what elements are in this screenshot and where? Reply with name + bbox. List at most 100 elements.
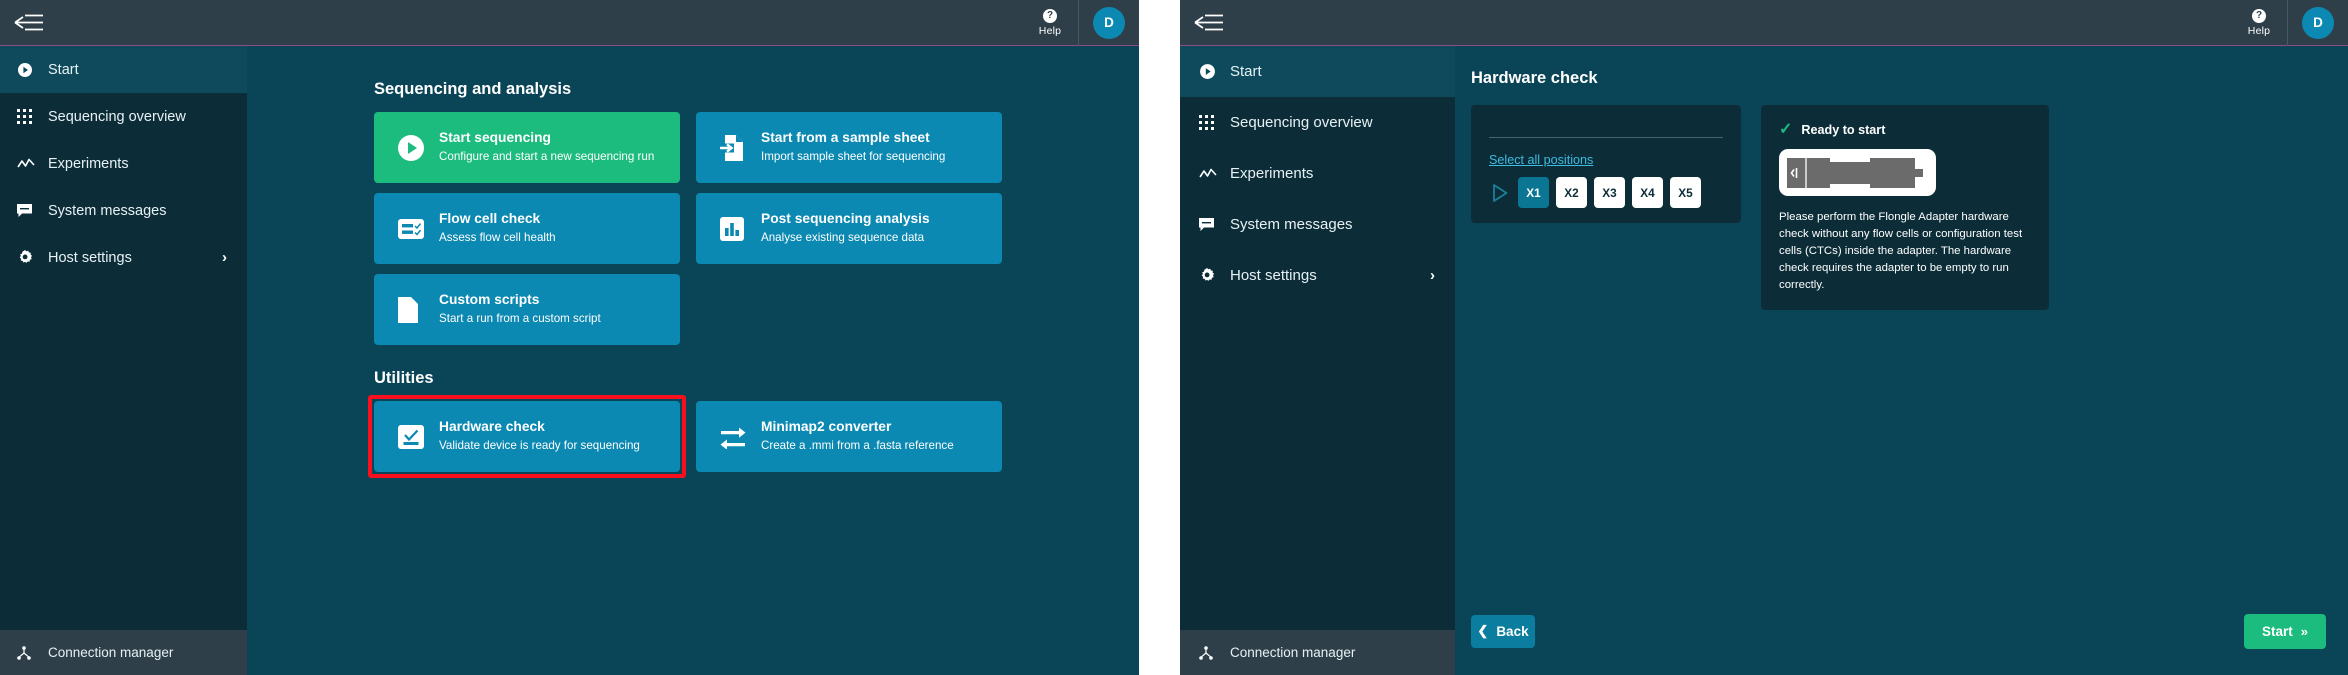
start-button-label: Start	[2262, 623, 2293, 639]
position-selection-panel: Select all positions X1 X2 X3 X4 X5	[1471, 105, 1741, 223]
card-custom-scripts[interactable]: Custom scripts Start a run from a custom…	[374, 274, 680, 345]
card-subtitle: Start a run from a custom script	[439, 311, 601, 325]
position-button-x1[interactable]: X1	[1518, 177, 1549, 208]
sequencing-card-grid: Start sequencing Configure and start a n…	[374, 112, 1139, 345]
minknow-window-right: ? Help D Start Sequencing overview Exper…	[1180, 0, 2348, 675]
gear-icon	[1199, 267, 1230, 284]
sidebar-item-start[interactable]: Start	[0, 46, 247, 93]
collapse-menu-button[interactable]	[1180, 14, 1290, 31]
position-button-x3[interactable]: X3	[1594, 177, 1625, 208]
position-button-x4[interactable]: X4	[1632, 177, 1663, 208]
card-text: Post sequencing analysis Analyse existin…	[761, 210, 930, 246]
minknow-window-left: ? Help D Start Sequencing overview Exper…	[0, 0, 1139, 675]
play-circle-icon	[17, 62, 48, 78]
hardware-check-body: Select all positions X1 X2 X3 X4 X5 ✓ Re…	[1455, 88, 2348, 587]
card-post-sequencing-analysis[interactable]: Post sequencing analysis Analyse existin…	[696, 193, 1002, 264]
sidebar-item-system-messages[interactable]: System messages	[0, 187, 247, 234]
help-label: Help	[2247, 24, 2271, 37]
top-bar-right-group-right: ? Help D	[2231, 0, 2348, 46]
card-subtitle: Configure and start a new sequencing run	[439, 149, 655, 163]
question-mark-icon: ?	[2252, 8, 2266, 23]
card-title: Start sequencing	[439, 130, 551, 146]
document-import-icon	[719, 134, 761, 162]
card-title: Custom scripts	[439, 292, 540, 308]
card-text: Start sequencing Configure and start a n…	[439, 129, 654, 165]
card-slot: Flow cell check Assess flow cell health	[374, 193, 680, 264]
sidebar-item-experiments[interactable]: Experiments	[1180, 148, 1455, 199]
collapse-menu-button[interactable]	[0, 14, 110, 31]
sidebar-item-label: System messages	[1230, 216, 1353, 233]
sidebar-item-label: Start	[1230, 63, 1262, 80]
start-page-content: Sequencing and analysis Start sequencing…	[247, 46, 1139, 478]
sidebar-item-label: Sequencing overview	[48, 108, 186, 125]
network-node-icon	[1199, 645, 1230, 660]
top-bar-right-group-left: ? Help D	[1022, 0, 1139, 46]
sidebar-item-sequencing-overview[interactable]: Sequencing overview	[1180, 97, 1455, 148]
top-bar-left: ? Help D	[0, 0, 1139, 46]
sidebar-item-system-messages[interactable]: System messages	[1180, 199, 1455, 250]
position-button-x2[interactable]: X2	[1556, 177, 1587, 208]
play-outline-icon[interactable]	[1489, 183, 1511, 203]
speech-bubble-icon	[17, 203, 48, 218]
grid-dots-icon	[17, 109, 48, 124]
sidebar-item-start[interactable]: Start	[1180, 46, 1455, 97]
connection-manager-label: Connection manager	[48, 645, 174, 660]
speech-bubble-icon	[1199, 217, 1230, 232]
utilities-card-grid: Hardware check Validate device is ready …	[368, 395, 1139, 478]
connection-manager-button[interactable]: Connection manager	[0, 630, 247, 675]
sidebar-item-host-settings[interactable]: Host settings ›	[0, 234, 247, 281]
hardware-check-icon	[397, 423, 439, 451]
card-flow-cell-check[interactable]: Flow cell check Assess flow cell health	[374, 193, 680, 264]
section-title-sequencing: Sequencing and analysis	[374, 80, 572, 98]
card-title: Post sequencing analysis	[761, 211, 930, 227]
card-title: Start from a sample sheet	[761, 130, 930, 146]
sidebar-item-host-settings[interactable]: Host settings ›	[1180, 250, 1455, 301]
sidebar-item-experiments[interactable]: Experiments	[0, 140, 247, 187]
card-minimap2-converter[interactable]: Minimap2 converter Create a .mmi from a …	[696, 401, 1002, 472]
sidebar-item-label: Start	[48, 61, 79, 78]
sidebar-item-label: Experiments	[48, 155, 129, 172]
avatar-container: D	[1079, 0, 1139, 46]
status-row: ✓ Ready to start	[1779, 122, 2033, 138]
back-button-label: Back	[1496, 623, 1529, 639]
card-text: Start from a sample sheet Import sample …	[761, 129, 945, 165]
position-buttons-row: X1 X2 X3 X4 X5	[1489, 177, 1723, 208]
line-chart-icon	[17, 158, 48, 170]
card-start-from-a-sample-sheet[interactable]: Start from a sample sheet Import sample …	[696, 112, 1002, 183]
card-slot: Post sequencing analysis Analyse existin…	[696, 193, 1002, 264]
card-subtitle: Import sample sheet for sequencing	[761, 149, 946, 163]
sidebar-nav-right: Start Sequencing overview Experiments Sy…	[1180, 46, 1455, 630]
connection-manager-button[interactable]: Connection manager	[1180, 630, 1455, 675]
help-button[interactable]: ? Help	[1022, 0, 1078, 46]
card-hardware-check[interactable]: Hardware check Validate device is ready …	[374, 401, 680, 472]
position-button-x5[interactable]: X5	[1670, 177, 1701, 208]
card-text: Flow cell check Assess flow cell health	[439, 210, 556, 246]
check-icon: ✓	[1779, 121, 1793, 138]
help-label: Help	[1038, 24, 1062, 37]
bar-chart-icon	[719, 216, 761, 242]
sidebar-item-label: Host settings	[1230, 267, 1317, 284]
play-circle-icon	[1199, 63, 1230, 80]
screenshot-root: ? Help D Start Sequencing overview Exper…	[0, 0, 2348, 675]
card-title: Minimap2 converter	[761, 419, 892, 435]
start-button[interactable]: Start »	[2244, 613, 2326, 649]
back-button[interactable]: ❮ Back	[1471, 614, 1535, 648]
section-title-utilities: Utilities	[374, 369, 434, 387]
card-start-sequencing[interactable]: Start sequencing Configure and start a n…	[374, 112, 680, 183]
body-row-left: Start Sequencing overview Experiments Sy…	[0, 46, 1139, 675]
help-button[interactable]: ? Help	[2231, 0, 2287, 46]
avatar[interactable]: D	[2302, 6, 2334, 39]
card-title: Hardware check	[439, 419, 545, 435]
sidebar-item-sequencing-overview[interactable]: Sequencing overview	[0, 93, 247, 140]
sidebar-item-label: Host settings	[48, 249, 132, 266]
footer-bar: ❮ Back Start »	[1455, 587, 2348, 675]
grid-dots-icon	[1199, 115, 1230, 130]
chevron-right-icon: ›	[1430, 267, 1435, 284]
avatar[interactable]: D	[1093, 6, 1125, 39]
network-node-icon	[17, 645, 48, 660]
convert-arrows-icon	[719, 425, 761, 449]
select-all-positions-link[interactable]: Select all positions	[1489, 153, 1593, 167]
card-subtitle: Analyse existing sequence data	[761, 230, 925, 244]
status-badge: Ready to start	[1801, 123, 1886, 137]
body-row-right: Start Sequencing overview Experiments Sy…	[1180, 46, 2348, 675]
